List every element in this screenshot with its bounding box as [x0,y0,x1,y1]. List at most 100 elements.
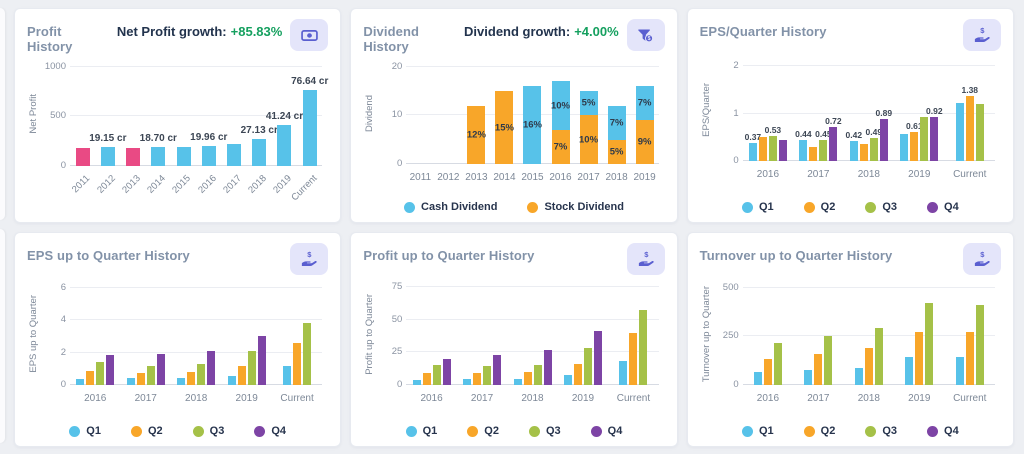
bar[interactable] [514,379,522,385]
bar[interactable] [86,371,94,385]
bar[interactable] [925,303,933,385]
bar[interactable] [754,372,762,385]
bar[interactable] [96,362,104,385]
legend-item[interactable]: Q3 [865,425,897,437]
bar[interactable] [544,350,552,385]
bar[interactable] [137,373,145,385]
legend-item[interactable]: Cash Dividend [404,201,497,213]
bar[interactable] [804,370,812,385]
bar[interactable] [157,354,165,385]
bar[interactable] [126,148,140,166]
bar[interactable] [855,368,863,385]
bar[interactable] [493,355,501,385]
bar[interactable] [187,372,195,385]
bar[interactable] [574,364,582,385]
bar[interactable]: 19.96 cr [202,146,216,166]
stacked-bar[interactable]: 16% [523,62,541,164]
bar[interactable]: 18.70 cr [151,147,165,166]
bar[interactable] [177,147,191,166]
stacked-bar[interactable]: 7%10% [552,62,570,164]
legend-item[interactable]: Q4 [927,201,959,213]
bar[interactable] [413,380,421,385]
legend-item[interactable]: Q2 [804,425,836,437]
bar[interactable] [147,366,155,385]
bar[interactable] [228,376,236,385]
hand-holding-dollar-icon[interactable]: $ [963,19,1001,51]
bar[interactable] [759,137,767,161]
stacked-bar[interactable] [411,62,429,164]
bar[interactable] [920,117,928,161]
bar[interactable] [584,348,592,385]
legend-item[interactable]: Q4 [254,425,286,437]
bar[interactable] [900,134,908,161]
bar[interactable] [473,373,481,385]
hand-holding-dollar-icon[interactable]: $ [627,243,665,275]
legend-item[interactable]: Q1 [742,201,774,213]
legend-item[interactable]: Q2 [131,425,163,437]
bar[interactable] [197,364,205,385]
bar[interactable] [824,336,832,385]
legend-item[interactable]: Q1 [69,425,101,437]
bar[interactable] [177,378,185,385]
stacked-bar[interactable]: 10%5% [580,62,598,164]
legend-item[interactable]: Stock Dividend [527,201,623,213]
bar[interactable]: 0.37 [749,143,757,161]
bar[interactable] [564,375,572,385]
bar[interactable] [106,355,114,385]
bar[interactable] [433,365,441,385]
legend-item[interactable]: Q3 [529,425,561,437]
bar[interactable] [976,305,984,385]
bar[interactable] [865,348,873,385]
bar[interactable] [629,333,637,385]
bar[interactable]: 0.49 [870,138,878,161]
bar[interactable] [463,379,471,385]
legend-item[interactable]: Q3 [865,201,897,213]
legend-item[interactable]: Q4 [927,425,959,437]
bar[interactable]: 0.44 [799,140,807,161]
legend-item[interactable]: Q4 [591,425,623,437]
bar[interactable] [966,332,974,385]
legend-item[interactable]: Q2 [804,201,836,213]
bar[interactable] [809,147,817,161]
bar[interactable]: 0.72 [829,127,837,161]
bar[interactable]: 41.24 cr [277,125,291,166]
bar[interactable]: 0.61 [910,132,918,161]
stacked-bar[interactable] [439,62,457,164]
bar[interactable] [639,310,647,385]
bar[interactable] [127,378,135,385]
bar[interactable] [258,336,266,385]
hand-holding-dollar-icon[interactable]: $ [290,243,328,275]
bar[interactable] [423,373,431,385]
bar[interactable] [283,366,291,385]
legend-item[interactable]: Q3 [193,425,225,437]
bar[interactable] [956,357,964,385]
bar[interactable]: 76.64 cr [303,90,317,166]
bar[interactable] [764,359,772,385]
legend-item[interactable]: Q1 [406,425,438,437]
bar[interactable]: 1.38 [966,96,974,161]
bar[interactable] [293,343,301,385]
bar[interactable] [524,372,532,385]
bar[interactable] [860,144,868,161]
bar[interactable]: 27.13 cr [252,139,266,166]
bar[interactable] [483,366,491,385]
banknote-icon[interactable] [290,19,328,51]
legend-item[interactable]: Q2 [467,425,499,437]
bar[interactable]: 0.53 [769,136,777,161]
bar[interactable] [594,331,602,385]
stacked-bar[interactable]: 5%7% [608,62,626,164]
bar[interactable] [248,351,256,385]
bar[interactable] [875,328,883,385]
bar[interactable] [443,359,451,385]
bar[interactable] [207,351,215,385]
bar[interactable] [534,365,542,385]
bar[interactable] [976,104,984,161]
bar[interactable] [619,361,627,385]
bar[interactable]: 19.15 cr [101,147,115,166]
bar[interactable] [814,354,822,385]
bar[interactable] [238,366,246,385]
bar[interactable] [76,379,84,385]
bar[interactable] [774,343,782,385]
bar[interactable] [227,144,241,166]
bar[interactable] [303,323,311,385]
